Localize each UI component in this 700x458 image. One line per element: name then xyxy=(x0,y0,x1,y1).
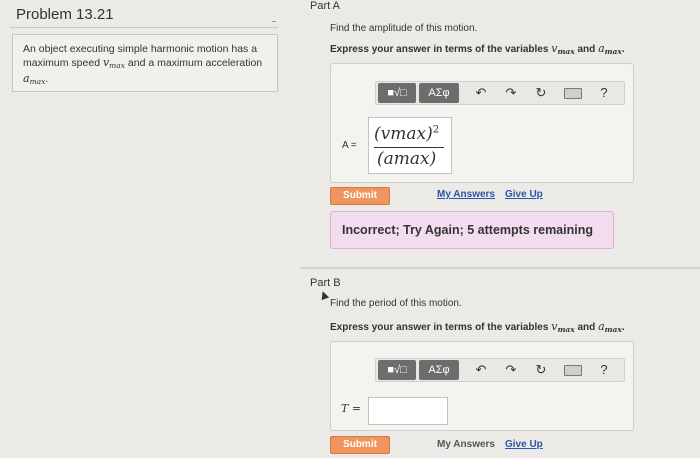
part-a-answer-panel: ■√□ ΑΣφ ↶ ↷ ↻ ? A = (vmax)2 (amax) xyxy=(330,63,634,183)
part-a-toolbar: ■√□ ΑΣφ ↶ ↷ ↻ ? xyxy=(375,81,625,105)
feedback-message: Incorrect; Try Again; 5 attempts remaini… xyxy=(330,211,614,249)
part-b-answer-field[interactable] xyxy=(368,397,448,425)
part-a-submit-button[interactable]: Submit xyxy=(330,187,390,205)
part-b-my-answers-link[interactable]: My Answers xyxy=(437,439,495,450)
fraction-numerator: (vmax)2 xyxy=(374,124,440,144)
part-b-variable-label: T = xyxy=(341,402,362,415)
part-b-answer-panel: ■√□ ΑΣφ ↶ ↷ ↻ ? T = xyxy=(330,341,634,431)
reset-icon[interactable]: ↻ xyxy=(533,85,549,101)
templates-button[interactable]: ■√□ xyxy=(378,360,416,380)
fraction-denominator: (amax) xyxy=(377,149,437,169)
v-max-symbol: vmax xyxy=(102,56,125,70)
greek-symbols-button[interactable]: ΑΣφ xyxy=(419,83,459,103)
part-a-question: Find the amplitude of this motion. xyxy=(330,23,478,34)
redo-icon[interactable]: ↷ xyxy=(503,362,519,378)
part-a-my-answers-link[interactable]: My Answers xyxy=(437,189,495,200)
undo-icon[interactable]: ↶ xyxy=(473,85,489,101)
part-divider xyxy=(300,267,700,269)
keyboard-icon[interactable] xyxy=(564,365,582,376)
reset-icon[interactable]: ↻ xyxy=(533,362,549,378)
greek-symbols-button[interactable]: ΑΣφ xyxy=(419,360,459,380)
problem-title: Problem 13.21 xyxy=(16,6,114,23)
part-b-question: Find the period of this motion. xyxy=(330,298,462,309)
title-marker xyxy=(272,21,276,22)
help-icon[interactable]: ? xyxy=(596,85,612,101)
part-a-label: Part A xyxy=(310,0,340,12)
part-a-instruction: Express your answer in terms of the vari… xyxy=(330,42,625,56)
help-icon[interactable]: ? xyxy=(596,362,612,378)
problem-statement: An object executing simple harmonic moti… xyxy=(12,34,278,92)
redo-icon[interactable]: ↷ xyxy=(503,85,519,101)
mouse-cursor xyxy=(318,289,330,301)
statement-text-2: and a maximum acceleration xyxy=(127,57,263,69)
part-b-toolbar: ■√□ ΑΣφ ↶ ↷ ↻ ? xyxy=(375,358,625,382)
templates-button[interactable]: ■√□ xyxy=(378,83,416,103)
part-b-give-up-link[interactable]: Give Up xyxy=(505,439,543,450)
keyboard-icon[interactable] xyxy=(564,88,582,99)
part-b-submit-button[interactable]: Submit xyxy=(330,436,390,454)
fraction-bar xyxy=(374,147,444,148)
title-underline xyxy=(10,27,278,28)
part-a-give-up-link[interactable]: Give Up xyxy=(505,189,543,200)
part-a-variable-label: A = xyxy=(342,140,357,151)
undo-icon[interactable]: ↶ xyxy=(473,362,489,378)
part-b-label: Part B xyxy=(310,277,341,289)
a-max-symbol: amax xyxy=(23,72,46,86)
part-b-instruction: Express your answer in terms of the vari… xyxy=(330,320,625,334)
part-a-answer-field[interactable]: (vmax)2 (amax) xyxy=(368,117,452,174)
